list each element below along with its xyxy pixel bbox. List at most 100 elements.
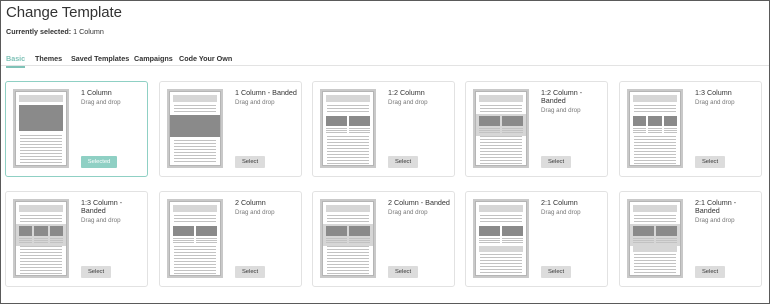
page-title: Change Template — [6, 4, 122, 21]
template-card[interactable]: 2 Column Drag and drop Select — [159, 191, 302, 287]
select-button[interactable]: Select — [541, 156, 571, 168]
template-card[interactable]: 2:1 Column Drag and drop Select — [465, 191, 608, 287]
thumb-text-line — [480, 160, 522, 161]
template-card[interactable]: 1:2 Column - Banded Drag and drop Select — [465, 81, 608, 177]
thumb-text-line — [634, 163, 676, 164]
currently-selected-label: Currently selected: — [6, 27, 72, 36]
thumb-text-line — [174, 105, 216, 106]
thumb-text-line — [656, 238, 677, 239]
template-card[interactable]: 1 Column - Banded Drag and drop Select — [159, 81, 302, 177]
thumb-text-line — [174, 152, 216, 153]
thumb-text-line — [634, 151, 676, 152]
thumb-text-line — [634, 221, 676, 222]
thumb-text-line — [326, 242, 347, 243]
thumb-text-line — [20, 156, 62, 157]
thumb-text-line — [480, 221, 522, 222]
template-card[interactable]: 2 Column - Banded Drag and drop Select — [312, 191, 455, 287]
thumb-text-line — [663, 128, 677, 129]
template-card[interactable]: 1:3 Column Drag and drop Select — [619, 81, 762, 177]
thumb-text-line — [502, 240, 523, 241]
tab-saved-templates[interactable]: Saved Templates — [71, 54, 129, 66]
selected-button[interactable]: Selected — [81, 156, 117, 168]
template-description: Drag and drop — [541, 107, 581, 114]
thumb-header-block — [326, 95, 370, 102]
thumb-text-line — [174, 108, 216, 109]
thumb-text-line — [196, 238, 217, 239]
thumb-column-block — [173, 226, 194, 236]
thumb-text-line — [174, 158, 216, 159]
select-button[interactable]: Select — [235, 156, 265, 168]
thumb-text-line — [327, 249, 369, 250]
template-card[interactable]: 1:2 Column Drag and drop Select — [312, 81, 455, 177]
select-button[interactable]: Select — [541, 266, 571, 278]
thumb-text-line — [480, 266, 522, 267]
tab-themes[interactable]: Themes — [35, 54, 62, 66]
template-card[interactable]: 1:3 Column - Banded Drag and drop Select — [5, 191, 148, 287]
thumbnail-page — [475, 91, 527, 166]
thumb-text-line — [34, 240, 48, 241]
thumbnail-page — [629, 91, 681, 166]
template-thumbnail — [167, 199, 223, 278]
thumb-row-block — [479, 246, 523, 252]
thumb-text-line — [327, 142, 369, 143]
select-button[interactable]: Select — [695, 156, 725, 168]
thumb-text-line — [480, 108, 522, 109]
template-name: 1:3 Column — [695, 88, 732, 97]
thumb-text-line — [174, 221, 216, 222]
thumb-text-line — [349, 128, 370, 129]
thumb-text-line — [634, 160, 676, 161]
thumb-text-line — [174, 149, 216, 150]
thumb-text-line — [479, 240, 500, 241]
thumb-text-line — [327, 258, 369, 259]
tab-code-your-own[interactable]: Code Your Own — [179, 54, 232, 66]
thumb-band-block — [170, 115, 220, 137]
thumb-text-line — [480, 145, 522, 146]
thumb-text-line — [327, 136, 369, 137]
select-button[interactable]: Select — [388, 156, 418, 168]
thumb-column-block — [663, 116, 677, 126]
thumb-text-line — [20, 267, 62, 268]
thumb-text-line — [174, 215, 216, 216]
thumb-text-line — [327, 108, 369, 109]
thumb-text-line — [49, 242, 63, 243]
thumb-text-line — [327, 145, 369, 146]
thumb-text-line — [480, 263, 522, 264]
template-description: Drag and drop — [81, 217, 121, 224]
template-card[interactable]: 1 Column Drag and drop Selected — [5, 81, 148, 177]
thumb-text-line — [34, 242, 48, 243]
template-description: Drag and drop — [388, 99, 428, 106]
thumbnail-page — [475, 201, 527, 276]
select-button[interactable]: Select — [235, 266, 265, 278]
thumb-text-line — [480, 151, 522, 152]
thumb-text-line — [174, 218, 216, 219]
thumb-text-line — [480, 257, 522, 258]
select-button[interactable]: Select — [695, 266, 725, 278]
thumb-text-line — [480, 148, 522, 149]
thumb-text-line — [173, 242, 194, 243]
thumb-text-line — [656, 242, 677, 243]
thumb-text-line — [174, 261, 216, 262]
thumb-column-block — [502, 116, 523, 126]
thumb-text-line — [20, 159, 62, 160]
thumb-text-line — [174, 249, 216, 250]
thumbnail-page — [169, 201, 221, 276]
template-name: 2 Column - Banded — [388, 198, 450, 207]
template-card[interactable]: 2:1 Column - Banded Drag and drop Select — [619, 191, 762, 287]
thumb-text-line — [480, 163, 522, 164]
template-thumbnail — [627, 199, 683, 278]
template-description: Drag and drop — [235, 209, 275, 216]
select-button[interactable]: Select — [81, 266, 111, 278]
template-name: 2:1 Column - Banded — [695, 198, 737, 215]
thumb-header-block — [633, 205, 677, 212]
thumb-text-line — [173, 238, 194, 239]
tab-campaigns[interactable]: Campaigns — [134, 54, 173, 66]
tab-basic[interactable]: Basic — [6, 54, 26, 68]
thumb-column-block — [326, 116, 347, 126]
template-tabs: Basic Themes Saved Templates Campaigns C… — [1, 52, 769, 68]
select-button[interactable]: Select — [388, 266, 418, 278]
thumb-text-line — [327, 264, 369, 265]
thumb-text-line — [20, 135, 62, 136]
template-name: 1 Column - Banded — [235, 88, 297, 97]
template-thumbnail — [473, 89, 529, 168]
thumb-image-block — [19, 105, 63, 131]
